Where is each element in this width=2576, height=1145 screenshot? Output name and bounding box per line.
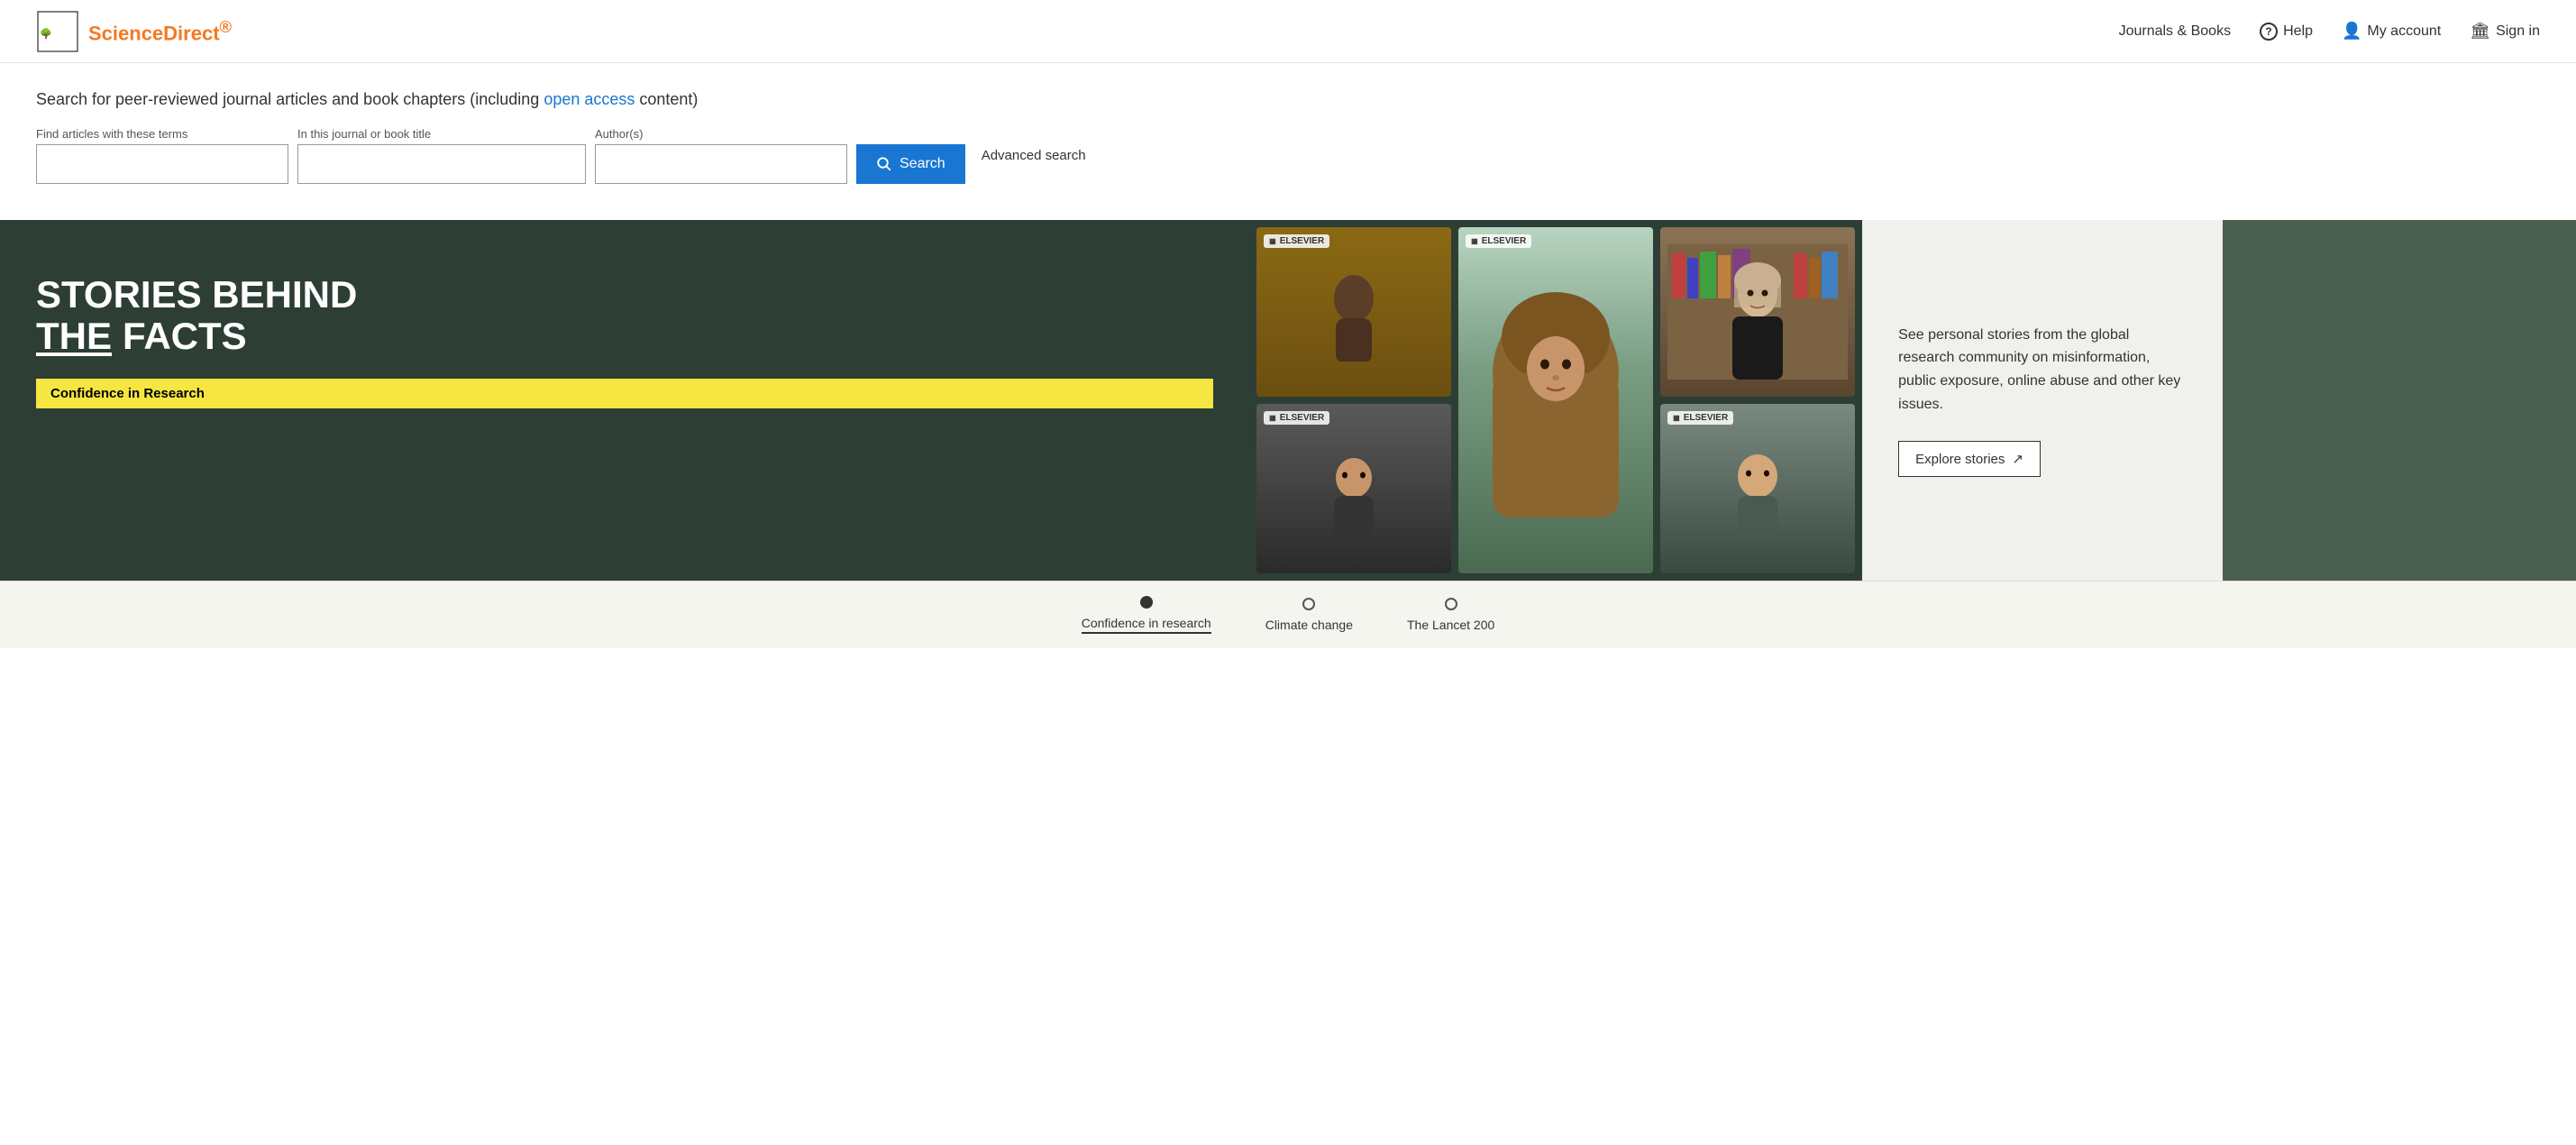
carousel-item-confidence[interactable]: Confidence in research <box>1082 596 1211 634</box>
face-silhouette-1 <box>1318 262 1390 362</box>
site-header: 🌳 ScienceDirect® Journals & Books ? Help… <box>0 0 2576 63</box>
carousel-nav: Confidence in research Climate change Th… <box>0 581 2576 648</box>
hero-info-panel: See personal stories from the global res… <box>1862 220 2223 581</box>
face-silhouette-2 <box>1475 283 1637 518</box>
author-field-group: Author(s) <box>595 127 847 184</box>
elsevier-logo-icon: 🌳 <box>36 10 79 53</box>
institution-icon: 🏛 <box>2470 22 2490 41</box>
search-icon <box>876 156 892 172</box>
carousel-label-1: Confidence in research <box>1082 616 1211 634</box>
bookshelf-scene <box>1667 244 1848 380</box>
hero-banner: STORIES BEHIND THE FACTS Confidence in R… <box>0 220 2576 581</box>
face-silhouette-5 <box>1722 444 1794 534</box>
carousel-item-climate[interactable]: Climate change <box>1265 598 1353 632</box>
journal-title-label: In this journal or book title <box>297 127 586 141</box>
hero-image-2: ▦ ELSEVIER <box>1458 227 1653 573</box>
find-articles-field-group: Find articles with these terms <box>36 127 288 184</box>
search-button[interactable]: Search <box>856 144 965 184</box>
journal-title-input[interactable] <box>297 144 586 184</box>
hero-images-grid: ▦ ELSEVIER ▦ ELSEVIER <box>1249 220 1862 581</box>
face-silhouette-4 <box>1318 444 1390 534</box>
hero-image-1: ▦ ELSEVIER <box>1256 227 1451 397</box>
carousel-item-lancet[interactable]: The Lancet 200 <box>1407 598 1494 632</box>
journal-title-field-group: In this journal or book title <box>297 127 586 184</box>
person-icon: 👤 <box>2342 22 2361 41</box>
advanced-search-link[interactable]: Advanced search <box>974 148 1086 163</box>
logo-container[interactable]: 🌳 ScienceDirect® <box>36 10 232 53</box>
author-input[interactable] <box>595 144 847 184</box>
nav-sign-in[interactable]: 🏛 Sign in <box>2470 22 2540 41</box>
carousel-dot-3 <box>1445 598 1457 610</box>
author-label: Author(s) <box>595 127 847 141</box>
hero-far-right-panel <box>2223 220 2576 581</box>
sciencedirect-logo-text: ScienceDirect® <box>88 17 232 45</box>
open-access-link[interactable]: open access <box>544 90 635 108</box>
hero-description-text: See personal stories from the global res… <box>1898 324 2187 416</box>
hero-title: STORIES BEHIND THE FACTS <box>36 274 1213 357</box>
hero-left-panel: STORIES BEHIND THE FACTS Confidence in R… <box>0 220 1249 581</box>
elsevier-badge-4: ▦ ELSEVIER <box>1264 411 1329 425</box>
find-articles-label: Find articles with these terms <box>36 127 288 141</box>
nav-help[interactable]: ? Help <box>2260 23 2313 41</box>
nav-journals-books[interactable]: Journals & Books <box>2119 23 2232 40</box>
elsevier-badge-5: ▦ ELSEVIER <box>1667 411 1733 425</box>
find-articles-input[interactable] <box>36 144 288 184</box>
carousel-dot-1 <box>1140 596 1153 609</box>
explore-stories-button[interactable]: Explore stories ↗ <box>1898 441 2041 477</box>
search-section: Search for peer-reviewed journal article… <box>0 63 2576 220</box>
elsevier-badge-1: ▦ ELSEVIER <box>1264 234 1329 248</box>
carousel-label-2: Climate change <box>1265 618 1353 632</box>
nav-my-account[interactable]: 👤 My account <box>2342 22 2441 41</box>
hero-image-3 <box>1660 227 1855 397</box>
hero-image-4: ▦ ELSEVIER <box>1256 404 1451 573</box>
help-circle-icon: ? <box>2260 23 2278 41</box>
carousel-label-3: The Lancet 200 <box>1407 618 1494 632</box>
hero-image-5: ▦ ELSEVIER <box>1660 404 1855 573</box>
confidence-badge[interactable]: Confidence in Research <box>36 379 1213 408</box>
elsevier-badge-2: ▦ ELSEVIER <box>1466 234 1531 248</box>
carousel-dot-2 <box>1302 598 1315 610</box>
search-fields-container: Find articles with these terms In this j… <box>36 127 2540 184</box>
svg-text:🌳: 🌳 <box>40 27 52 40</box>
main-nav: Journals & Books ? Help 👤 My account 🏛 S… <box>2119 22 2540 41</box>
search-headline: Search for peer-reviewed journal article… <box>36 90 2540 109</box>
